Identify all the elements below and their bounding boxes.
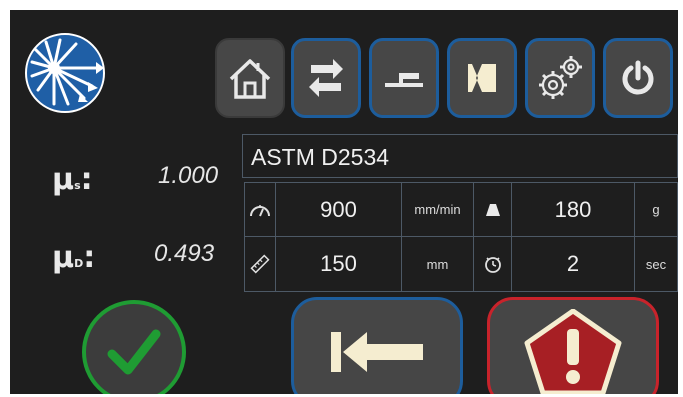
speedometer-icon [250, 204, 270, 216]
test-method-name: ASTM D2534 [251, 144, 390, 170]
kinetic-friction-symbol: μ [52, 240, 75, 275]
parameters-table: 900 mm/min 180 g 150 mm 2 sec [244, 182, 678, 292]
length-icon-cell [244, 237, 276, 292]
plane-icon [468, 64, 496, 92]
ruler-icon [250, 254, 270, 274]
home-icon [229, 59, 271, 99]
length-value[interactable]: 150 [276, 237, 402, 292]
stop-button[interactable] [487, 297, 659, 394]
kinetic-friction-value: 0.493 [154, 240, 215, 267]
clock-icon [484, 257, 501, 273]
speed-value[interactable]: 900 [276, 182, 402, 237]
delay-value[interactable]: 2 [512, 237, 635, 292]
kinetic-friction-subscript: D [74, 257, 84, 270]
home-button[interactable] [215, 38, 285, 118]
weight-unit: g [635, 182, 678, 237]
plane-button[interactable] [447, 38, 517, 118]
length-unit: mm [402, 237, 474, 292]
kinetic-friction-colon: : [83, 240, 96, 275]
test-method-field[interactable]: ASTM D2534 [242, 134, 678, 178]
static-friction-label: μs: [52, 162, 93, 197]
speed-icon-cell [244, 182, 276, 237]
sled-icon [385, 73, 423, 87]
app-screen: μs: 1.000 μD: 0.493 ASTM D2534 900 mm/mi… [10, 10, 678, 394]
warning-pentagon-icon [524, 309, 622, 394]
confirm-button[interactable] [82, 300, 186, 394]
weight-value[interactable]: 180 [512, 182, 635, 237]
static-friction-symbol: μ [52, 162, 75, 197]
arrow-to-start-icon [331, 332, 423, 372]
weight-icon-cell [474, 182, 512, 237]
speed-unit: mm/min [402, 182, 474, 237]
kinetic-friction-label: μD: [52, 240, 95, 275]
swap-button[interactable] [291, 38, 361, 118]
delay-unit: sec [635, 237, 678, 292]
delay-icon-cell [474, 237, 512, 292]
logo-icon [25, 33, 105, 113]
weight-icon [485, 203, 500, 216]
gears-icon [539, 56, 582, 99]
swap-arrows-icon [309, 59, 343, 97]
checkmark-icon [107, 329, 161, 375]
static-friction-value: 1.000 [158, 162, 219, 189]
back-button[interactable] [291, 297, 463, 394]
power-button[interactable] [603, 38, 673, 118]
settings-button[interactable] [525, 38, 595, 118]
sled-button[interactable] [369, 38, 439, 118]
static-friction-colon: : [80, 162, 93, 197]
power-icon [622, 60, 654, 95]
